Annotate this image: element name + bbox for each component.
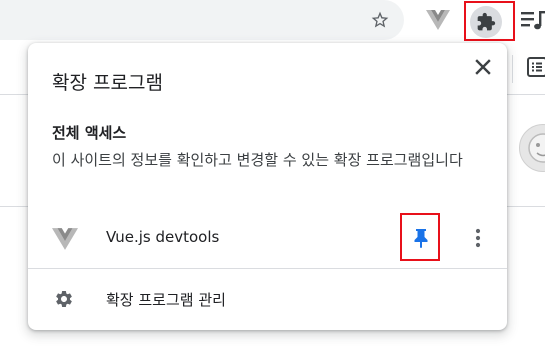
queue-music-icon <box>521 11 545 30</box>
extensions-button-highlight <box>464 1 515 41</box>
close-button[interactable] <box>469 53 497 81</box>
page-divider-lower <box>0 206 28 207</box>
vue-logo-icon <box>426 10 450 30</box>
full-access-heading: 전체 액세스 <box>52 124 127 142</box>
browser-window: 확장 프로그램 전체 액세스 이 사이트의 정보를 확인하고 변경할 수 있는 … <box>0 0 545 348</box>
vue-logo-icon <box>52 228 78 250</box>
extensions-menu-popup: 확장 프로그램 전체 액세스 이 사이트의 정보를 확인하고 변경할 수 있는 … <box>28 43 507 330</box>
avatar[interactable] <box>519 124 545 172</box>
bookmark-star-button[interactable] <box>364 4 396 36</box>
extension-more-options-button[interactable] <box>466 223 490 253</box>
page-divider-side <box>512 55 513 83</box>
popup-divider <box>28 268 507 269</box>
extension-icon <box>52 228 78 254</box>
full-access-description: 이 사이트의 정보를 확인하고 변경할 수 있는 확장 프로그램입니다 <box>52 151 463 169</box>
manage-extensions-label: 확장 프로그램 관리 <box>106 291 226 309</box>
more-vert-icon <box>475 228 481 248</box>
pin-icon <box>414 229 428 248</box>
gear-icon <box>54 289 74 313</box>
manage-extensions-item[interactable]: 확장 프로그램 관리 <box>28 280 507 320</box>
pin-extension-button[interactable] <box>406 223 436 253</box>
media-control-button[interactable] <box>521 4 545 36</box>
extension-row-vue-devtools[interactable]: Vue.js devtools <box>28 213 507 261</box>
vue-devtools-toolbar-button[interactable] <box>422 4 454 36</box>
popup-title: 확장 프로그램 <box>52 72 163 94</box>
page-divider-top <box>0 94 28 95</box>
page-divider-top-right <box>507 94 545 95</box>
browser-toolbar <box>0 0 545 42</box>
list-view-icon[interactable] <box>527 57 545 81</box>
extension-name: Vue.js devtools <box>106 228 220 246</box>
page-divider-lower-right <box>507 206 545 207</box>
star-outline-icon <box>371 11 389 28</box>
close-icon <box>475 59 491 75</box>
address-bar[interactable] <box>0 0 404 40</box>
